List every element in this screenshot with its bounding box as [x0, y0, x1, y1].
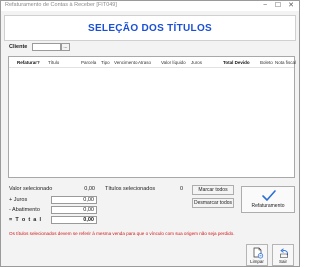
col-boleto[interactable]: Boleto [260, 60, 273, 65]
checkmark-icon [262, 190, 276, 201]
valor-selecionado-value: 0,00 [84, 186, 95, 192]
exit-arrow-icon [280, 248, 288, 258]
juros-field[interactable]: 0,00 [51, 196, 97, 204]
titulos-selecionados-value: 0 [179, 186, 183, 192]
limpar-button[interactable]: Limpar [246, 244, 268, 266]
marcar-todos-button[interactable]: Marcar todos [192, 185, 234, 195]
valor-selecionado-label: Valor selecionado [9, 186, 53, 192]
minimize-button[interactable]: − [259, 1, 271, 11]
window-title: Refaturamento de Contas à Receber [FIT04… [5, 2, 117, 8]
client-lookup-button[interactable]: ... [61, 43, 70, 51]
window-controls: − ☐ ✕ [259, 1, 297, 11]
juros-label: + Juros [9, 197, 28, 203]
col-valor-liquido[interactable]: Valor líquido [161, 60, 186, 65]
clear-document-icon [253, 247, 264, 259]
abatimento-label: - Abatimento [9, 207, 40, 213]
title-bar: Refaturamento de Contas à Receber [FIT04… [1, 1, 299, 11]
titles-grid[interactable]: Refaturar? Título Parcela Tipo Venciment… [8, 56, 296, 178]
limpar-label: Limpar [250, 259, 264, 264]
header-panel: SELEÇÃO DOS TÍTULOS [4, 15, 296, 41]
col-atraso[interactable]: Atraso [138, 60, 151, 65]
col-juros[interactable]: Juros [191, 60, 202, 65]
abatimento-field[interactable]: 0,00 [51, 206, 97, 214]
col-vencimento[interactable]: Vencimento [114, 60, 138, 65]
refaturamento-window: Refaturamento de Contas à Receber [FIT04… [0, 0, 300, 267]
col-refaturar[interactable]: Refaturar? [17, 60, 40, 65]
refaturamento-label: Refaturamento [251, 203, 285, 209]
sair-button[interactable]: Sair [272, 244, 294, 266]
refaturamento-button[interactable]: Refaturamento [241, 186, 295, 213]
col-titulo[interactable]: Título [48, 60, 59, 65]
col-nota-fiscal[interactable]: Nota fiscal [275, 60, 296, 65]
client-input[interactable] [32, 43, 61, 51]
desmarcar-todos-button[interactable]: Desmarcar todos [192, 198, 234, 208]
close-button[interactable]: ✕ [285, 1, 297, 11]
col-tipo[interactable]: Tipo [101, 60, 110, 65]
page-title: SELEÇÃO DOS TÍTULOS [87, 23, 213, 34]
total-label: = T o t a l [9, 217, 42, 223]
grid-header: Refaturar? Título Parcela Tipo Venciment… [9, 57, 296, 68]
titulos-selecionados-label: Títulos selecionados [105, 186, 156, 192]
client-label: Cliente [9, 44, 28, 50]
sair-label: Sair [278, 259, 287, 264]
col-parcela[interactable]: Parcela [81, 60, 96, 65]
col-total-devido[interactable]: Total Devido [223, 60, 250, 65]
total-field: 0,00 [51, 216, 97, 224]
warning-message: Os títulos selecionados devem se referir… [9, 231, 235, 236]
maximize-button[interactable]: ☐ [272, 1, 284, 11]
